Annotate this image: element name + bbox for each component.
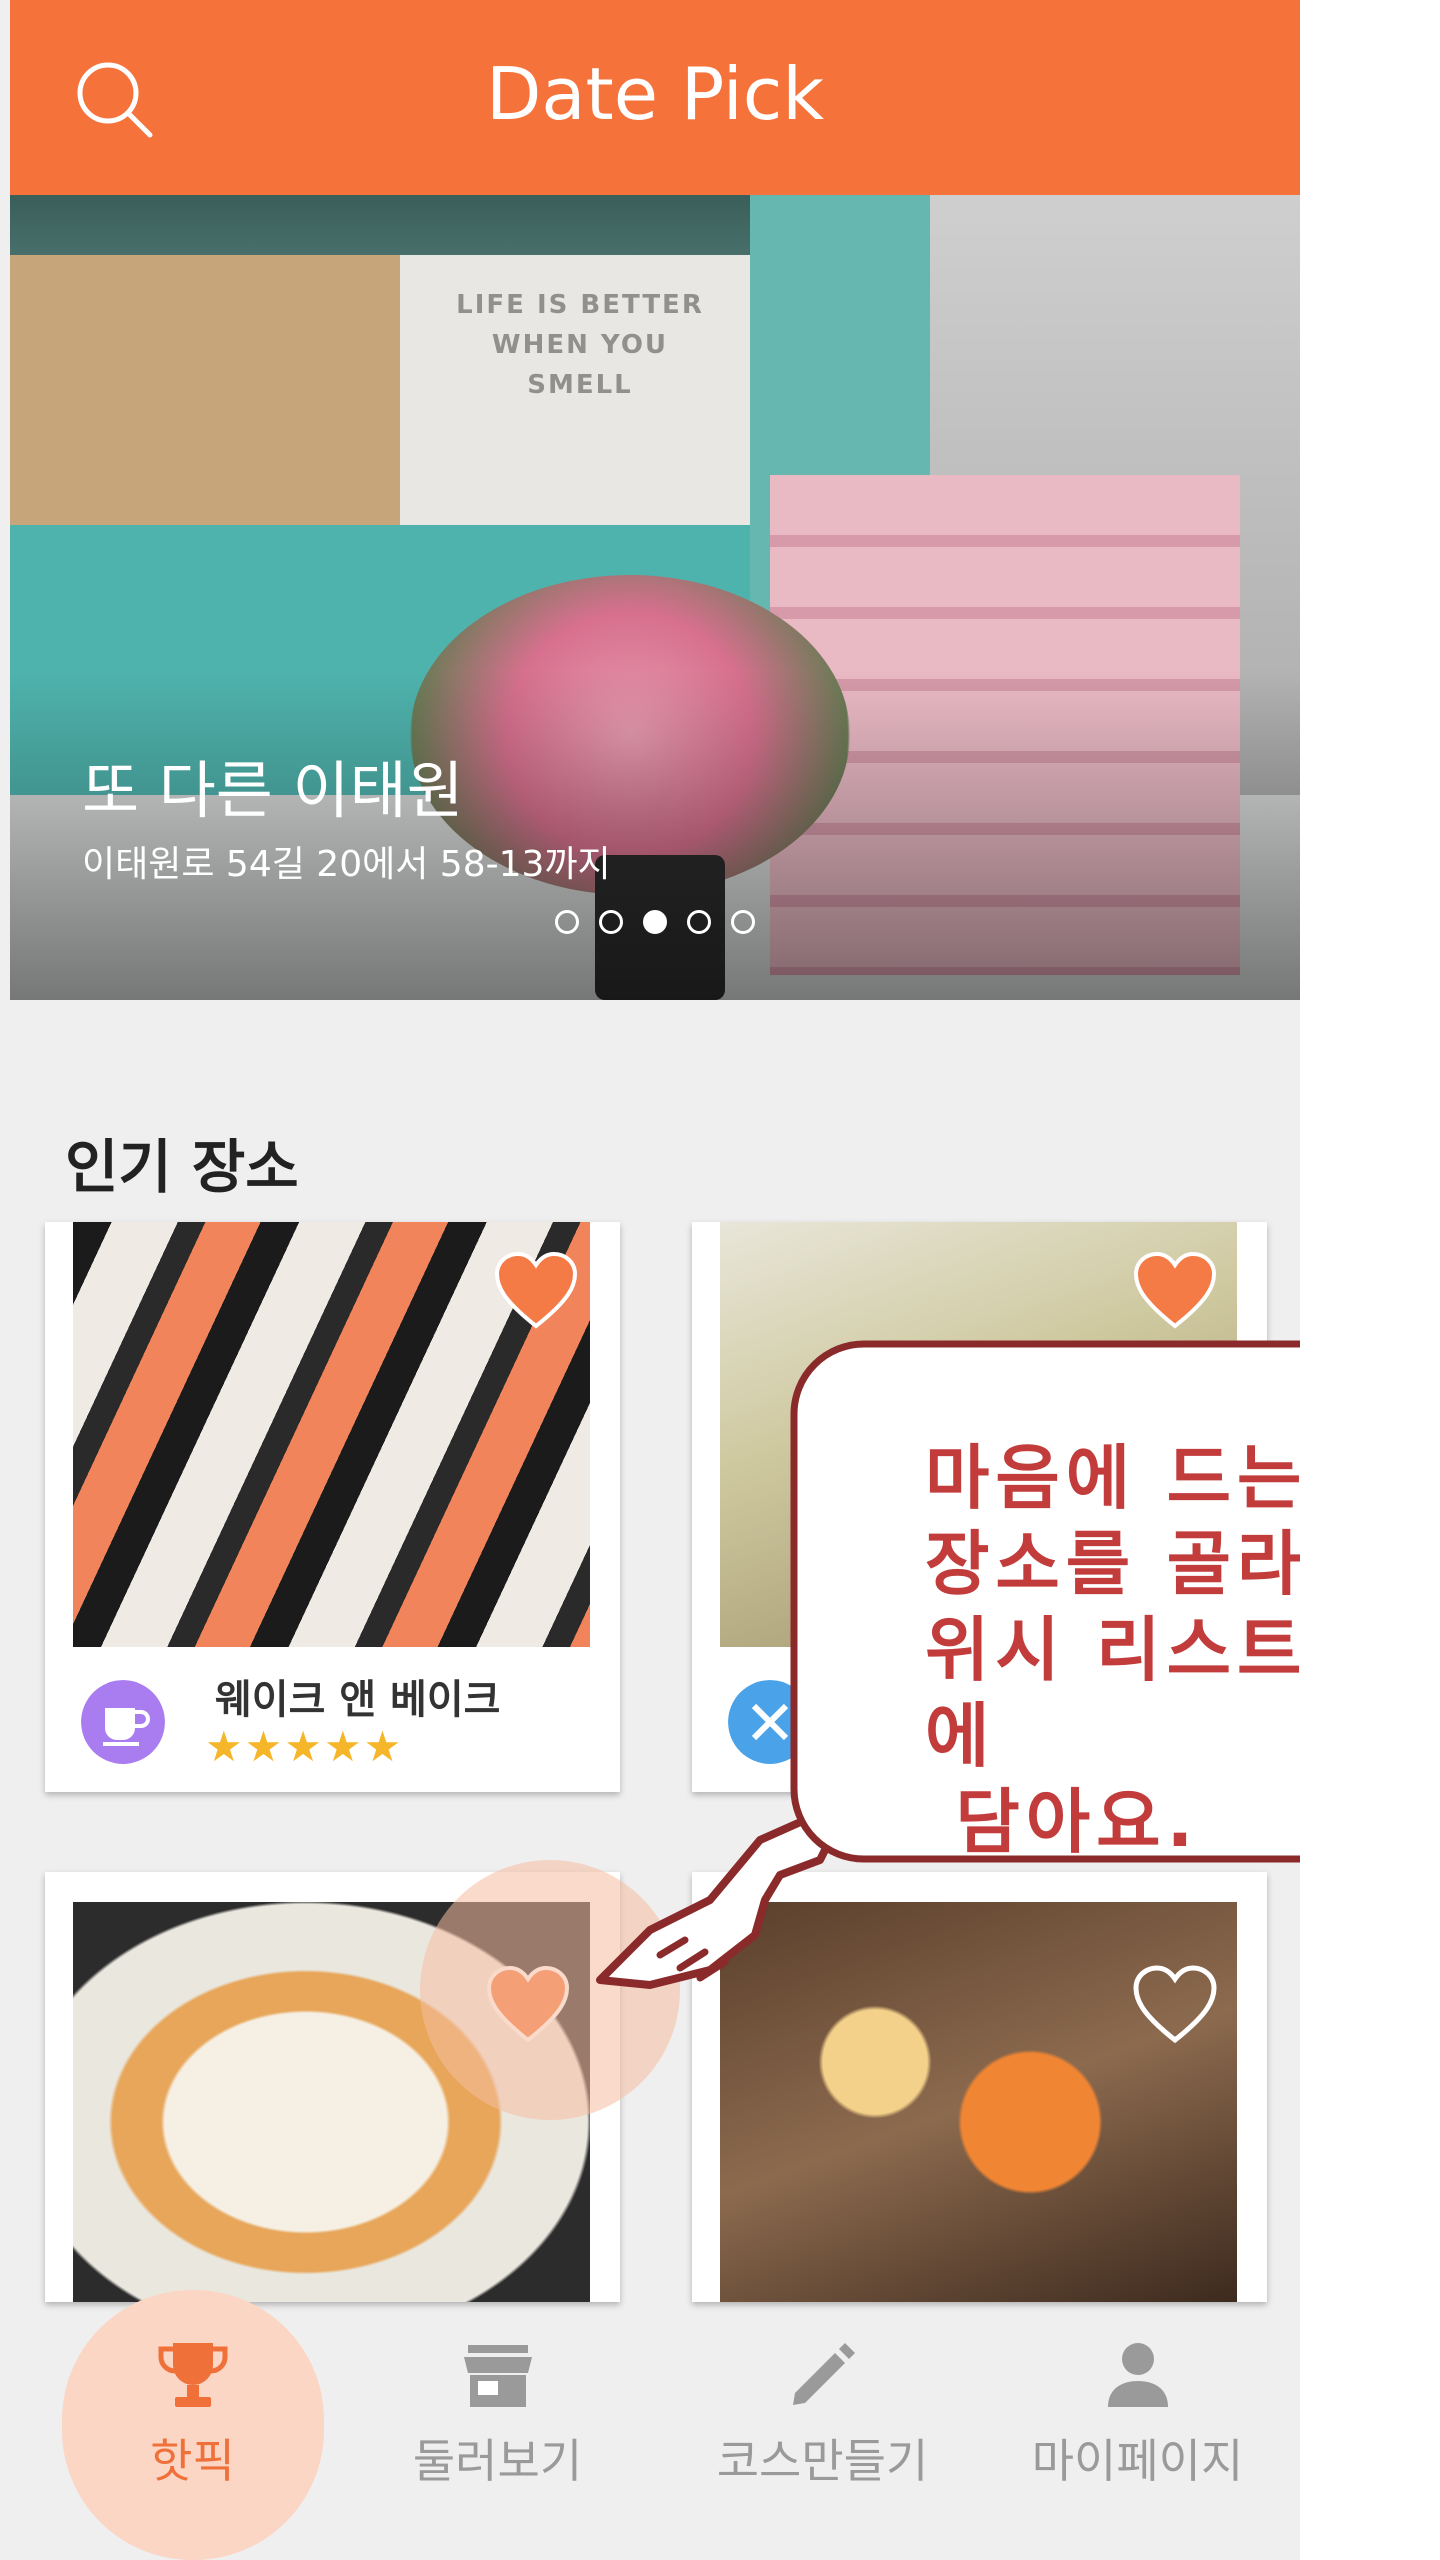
place-name: 웨이크 앤 베이크	[215, 1677, 501, 1723]
nav-label: 코스만들기	[716, 2434, 929, 2488]
carousel-dot[interactable]	[731, 910, 755, 934]
app-title: Date Pick	[485, 52, 825, 136]
callout-line: 마음에 드는	[925, 1437, 1300, 1519]
nav-item-course-builder[interactable]: 코스만들기	[660, 2285, 985, 2560]
trophy-icon	[158, 2343, 227, 2407]
store-icon	[463, 2345, 532, 2407]
top-app-bar: Date Pick	[10, 0, 1300, 195]
callout-line: 장소를 골라	[925, 1523, 1300, 1605]
nav-label: 핫픽	[150, 2434, 235, 2488]
callout-line: 담아요.	[925, 1781, 1200, 1863]
heart-icon[interactable]	[493, 1250, 579, 1330]
carousel-dot[interactable]	[687, 910, 711, 934]
hero-banner[interactable]: LIFE IS BETTER WHEN YOU SMELL 또 다른 이태원 이…	[10, 195, 1300, 1000]
nav-item-browse[interactable]: 둘러보기	[335, 2285, 660, 2560]
callout-text: 마음에 드는 장소를 골라 위시 리스트에 담아요.	[925, 1435, 1300, 1865]
rating-stars: ★★★★★	[205, 1722, 404, 1771]
carousel-dot[interactable]	[555, 910, 579, 934]
nav-label: 둘러보기	[412, 2434, 583, 2488]
person-icon	[1107, 2343, 1168, 2407]
nav-item-my-page[interactable]: 마이페이지	[975, 2285, 1300, 2560]
carousel-dot[interactable]	[599, 910, 623, 934]
pencil-icon	[792, 2343, 855, 2405]
section-title-popular: 인기 장소	[65, 1133, 299, 1201]
bottom-navigation: 핫픽 둘러보기 코스만들기 마이페이지	[0, 2285, 1300, 2560]
carousel-indicator	[555, 910, 755, 934]
hero-title: 또 다른 이태원	[82, 754, 464, 827]
callout-line: 위시 리스트에	[925, 1609, 1300, 1777]
carousel-dot[interactable]	[643, 910, 667, 934]
heart-outline-icon[interactable]	[1132, 1964, 1218, 2044]
nav-label: 마이페이지	[1031, 2434, 1244, 2488]
hero-subtitle: 이태원로 54길 20에서 58-13까지	[82, 844, 611, 885]
heart-icon[interactable]	[1132, 1250, 1218, 1330]
nav-item-hot-pick[interactable]: 핫픽	[30, 2285, 355, 2560]
app-screen: Date Pick LIFE IS BETTER WHEN YOU SMELL …	[0, 0, 1300, 2560]
coffee-cup-icon	[81, 1680, 165, 1764]
hero-photo-wall-lettering: LIFE IS BETTER WHEN YOU SMELL	[456, 290, 704, 400]
place-card[interactable]: 웨이크 앤 베이크 ★★★★★	[45, 1222, 620, 1792]
